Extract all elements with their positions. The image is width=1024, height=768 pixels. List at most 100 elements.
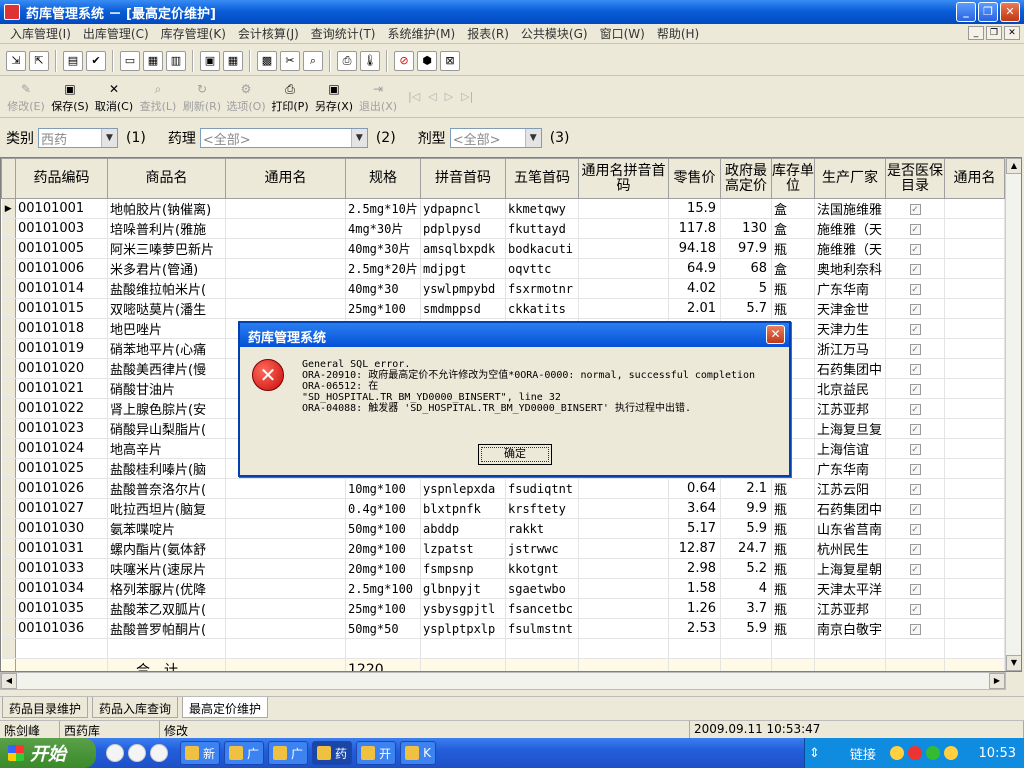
prev-record-icon[interactable]: ◁ (428, 90, 436, 103)
cell-5[interactable]: jstrwwc (505, 538, 579, 559)
cell-6[interactable] (578, 598, 669, 619)
cell-0[interactable]: 00101003 (15, 218, 108, 239)
find-button[interactable]: ⌕ 查找(L) (136, 79, 180, 117)
table-row[interactable]: 00101035 盐酸苯乙双胍片(25mg*100 ysbysgpjtl fsance… (1, 598, 1005, 619)
cell-8[interactable]: 9.9 (720, 498, 772, 519)
cell-9[interactable]: 瓶 (771, 518, 815, 539)
cell-3[interactable]: 2.5mg*100 (345, 578, 421, 599)
cell-generic[interactable] (944, 198, 1005, 219)
cell-generic[interactable] (944, 258, 1005, 279)
cell-generic[interactable] (944, 218, 1005, 239)
cell-7[interactable]: 64.9 (668, 258, 721, 279)
checkbox[interactable]: ✓ (909, 424, 921, 435)
row-indicator[interactable] (1, 238, 16, 259)
table-row[interactable]: 00101026 盐酸普奈洛尔片(10mg*100 yspnlepxda fsudiq… (1, 478, 1005, 499)
cell-6[interactable] (578, 198, 669, 219)
cell-4[interactable]: ydpapncl (420, 198, 506, 219)
table-row[interactable]: 00101033 呋噻米片(速尿片 20mg*100 fsmpsnp kkotgnt 2.… (1, 558, 1005, 579)
cell-8[interactable]: 3.7 (720, 598, 772, 619)
cell-9[interactable]: 瓶 (771, 498, 815, 519)
cell-4[interactable]: fsmpsnp (420, 558, 506, 579)
cell-9[interactable]: 瓶 (771, 618, 815, 639)
cell-10[interactable]: 奥地利奈科 (814, 258, 886, 279)
cell-1[interactable]: 硝酸甘油片 (107, 378, 226, 399)
column-header-11[interactable]: 是否医保目录 (885, 158, 945, 199)
links-toolbar[interactable]: 链接 (850, 744, 876, 763)
row-indicator[interactable] (1, 558, 16, 579)
cell-10[interactable]: 杭州民生 (814, 538, 886, 559)
cell-7[interactable]: 2.98 (668, 558, 721, 579)
cell-5[interactable]: fsancetbc (505, 598, 579, 619)
cell-4[interactable]: lzpatst (420, 538, 506, 559)
cell-8[interactable]: 2.1 (720, 478, 772, 499)
print-button[interactable]: ⎙ 打印(P) (268, 79, 312, 117)
cell-7[interactable]: 94.18 (668, 238, 721, 259)
cell-4[interactable]: yspnlepxda (420, 478, 506, 499)
stop-icon[interactable]: ⊘ (394, 50, 414, 71)
cell-9[interactable]: 盒 (771, 218, 815, 239)
cell-0[interactable]: 00101014 (15, 278, 108, 299)
clipboard-icon[interactable]: ▭ (120, 50, 140, 71)
cell-10[interactable]: 江苏云阳 (814, 478, 886, 499)
checkbox[interactable]: ✓ (909, 464, 921, 475)
cell-2[interactable] (225, 618, 346, 639)
magnifier-icon[interactable]: ⌕ (303, 50, 323, 71)
checkbox[interactable]: ✓ (909, 324, 921, 335)
row-indicator[interactable] (1, 438, 16, 459)
cell-10[interactable]: 广东华南 (814, 458, 886, 479)
row-indicator[interactable] (1, 278, 16, 299)
cell-generic[interactable] (944, 598, 1005, 619)
checkbox[interactable]: ✓ (909, 604, 921, 615)
cell-1[interactable]: 吡拉西坦片(脑复 (107, 498, 226, 519)
cell-7[interactable]: 4.02 (668, 278, 721, 299)
cell-generic[interactable] (944, 378, 1005, 399)
mdi-minimize-button[interactable]: _ (968, 26, 984, 40)
cell-3[interactable]: 50mg*50 (345, 618, 421, 639)
cell-0[interactable]: 00101036 (15, 618, 108, 639)
cell-10[interactable]: 施维雅（天 (814, 238, 886, 259)
tab-2[interactable]: 最高定价维护 (182, 697, 269, 718)
cell-3[interactable]: 40mg*30片 (345, 238, 421, 259)
cell-2[interactable] (225, 238, 346, 259)
cell-1[interactable]: 盐酸桂利嗪片(脑 (107, 458, 226, 479)
cell-7[interactable]: 15.9 (668, 198, 721, 219)
stop-tray-icon[interactable] (907, 746, 922, 760)
cell-3[interactable]: 20mg*100 (345, 558, 421, 579)
cancel-button[interactable]: ✕ 取消(C) (92, 79, 136, 117)
table-row[interactable]: 00101015 双嘧哒莫片(潘生 25mg*100 smdmppsd ckkatits… (1, 298, 1005, 319)
category-select[interactable]: 西药 ▼ (38, 128, 118, 148)
dialog-close-button[interactable]: ✕ (766, 325, 785, 344)
close-window-button[interactable]: ✕ (1000, 2, 1020, 22)
cell-1[interactable]: 阿米三嗪萝巴新片 (107, 238, 226, 259)
cell-6[interactable] (578, 538, 669, 559)
cell-6[interactable] (578, 258, 669, 279)
cell-6[interactable] (578, 558, 669, 579)
cell-7[interactable]: 117.8 (668, 218, 721, 239)
menu-item-3[interactable]: 会计核算(J) (232, 25, 305, 42)
cell-8[interactable]: 4 (720, 578, 772, 599)
cell-8[interactable]: 5.2 (720, 558, 772, 579)
cell-6[interactable] (578, 298, 669, 319)
scroll-up-icon[interactable]: ▲ (1006, 158, 1021, 174)
cell-generic[interactable] (944, 458, 1005, 479)
row-indicator[interactable] (1, 298, 16, 319)
cell-3[interactable]: 2.5mg*10片 (345, 198, 421, 219)
cell-4[interactable]: smdmppsd (420, 298, 506, 319)
cell-2[interactable] (225, 298, 346, 319)
cell-3[interactable]: 20mg*100 (345, 538, 421, 559)
column-header-1[interactable]: 商品名 (107, 158, 226, 199)
checkbox[interactable]: ✓ (909, 224, 921, 235)
cell-1[interactable]: 双嘧哒莫片(潘生 (107, 298, 226, 319)
notes-icon[interactable]: ▥ (166, 50, 186, 71)
export-icon[interactable]: ⇱ (29, 50, 49, 71)
checkbox[interactable]: ✓ (909, 484, 921, 495)
cell-0[interactable]: 00101018 (15, 318, 108, 339)
cell-7[interactable]: 0.64 (668, 478, 721, 499)
cell-0[interactable]: 00101020 (15, 358, 108, 379)
cell-7[interactable]: 1.26 (668, 598, 721, 619)
cell-generic[interactable] (944, 358, 1005, 379)
cell-generic[interactable] (944, 518, 1005, 539)
cell-0[interactable]: 00101019 (15, 338, 108, 359)
row-indicator[interactable] (1, 478, 16, 499)
column-header-12[interactable]: 通用名 (944, 158, 1005, 199)
